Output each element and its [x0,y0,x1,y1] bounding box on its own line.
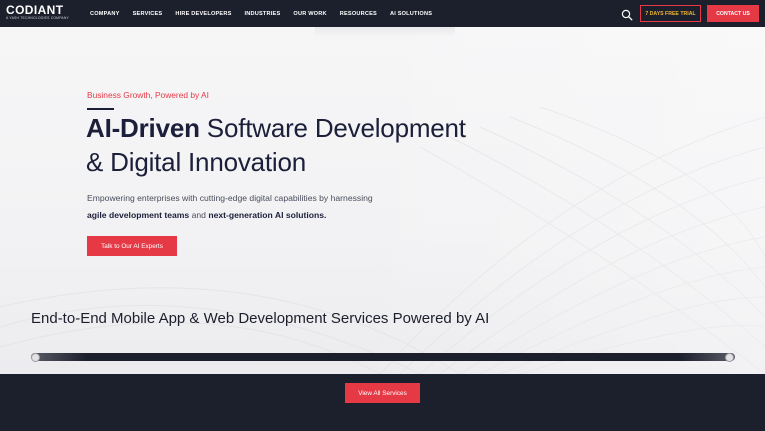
nav-item-services[interactable]: SERVICES [133,11,163,17]
hero-section: Business Growth, Powered by AI AI-Driven… [0,27,765,374]
hero-top-tab [315,27,455,37]
logo-tagline: A YASH TECHNOLOGIES COMPANY [6,16,69,20]
nav-item-industries[interactable]: INDUSTRIES [245,11,281,17]
nav-item-company[interactable]: COMPANY [90,11,120,17]
contact-us-button[interactable]: CONTACT US [707,5,759,22]
main-nav-menu: COMPANY SERVICES HIRE DEVELOPERS INDUSTR… [90,0,445,27]
subtext-line1: Empowering enterprises with cutting-edge… [87,193,373,203]
view-all-services-button[interactable]: View All Services [345,383,420,403]
logo-name: CODIANT [6,3,64,17]
nav-item-hire-developers[interactable]: HIRE DEVELOPERS [175,11,231,17]
codiant-logo[interactable]: CODIANT A YASH TECHNOLOGIES COMPANY [6,4,72,24]
eyebrow-divider [87,108,114,110]
hero-eyebrow: Business Growth, Powered by AI [87,90,209,100]
subtext-and: and [189,210,209,220]
headline-line2: & Digital Innovation [86,147,307,177]
services-section-title: End-to-End Mobile App & Web Development … [31,310,490,327]
carousel-left-handle[interactable] [31,353,40,362]
subtext-ai-solutions: next-generation AI solutions. [208,210,327,220]
free-trial-button[interactable]: 7 DAYS FREE TRIAL [640,5,701,22]
nav-item-our-work[interactable]: OUR WORK [293,11,326,17]
hero-headline: AI-Driven Software Development & Digital… [86,111,466,179]
hero-subtext: Empowering enterprises with cutting-edge… [87,190,373,224]
headline-line1-rest: Software Development [199,113,466,143]
nav-item-ai-solutions[interactable]: AI SOLUTIONS [390,11,432,17]
services-carousel-scrollbar[interactable] [31,353,735,361]
carousel-right-handle[interactable] [725,353,734,362]
search-icon[interactable] [621,8,633,21]
subtext-agile-teams: agile development teams [87,210,190,220]
top-navbar: CODIANT A YASH TECHNOLOGIES COMPANY COMP… [0,0,765,27]
nav-item-resources[interactable]: RESOURCES [340,11,377,17]
headline-bold-text: AI-Driven [86,113,200,143]
talk-to-ai-experts-button[interactable]: Talk to Our AI Experts [87,236,177,256]
